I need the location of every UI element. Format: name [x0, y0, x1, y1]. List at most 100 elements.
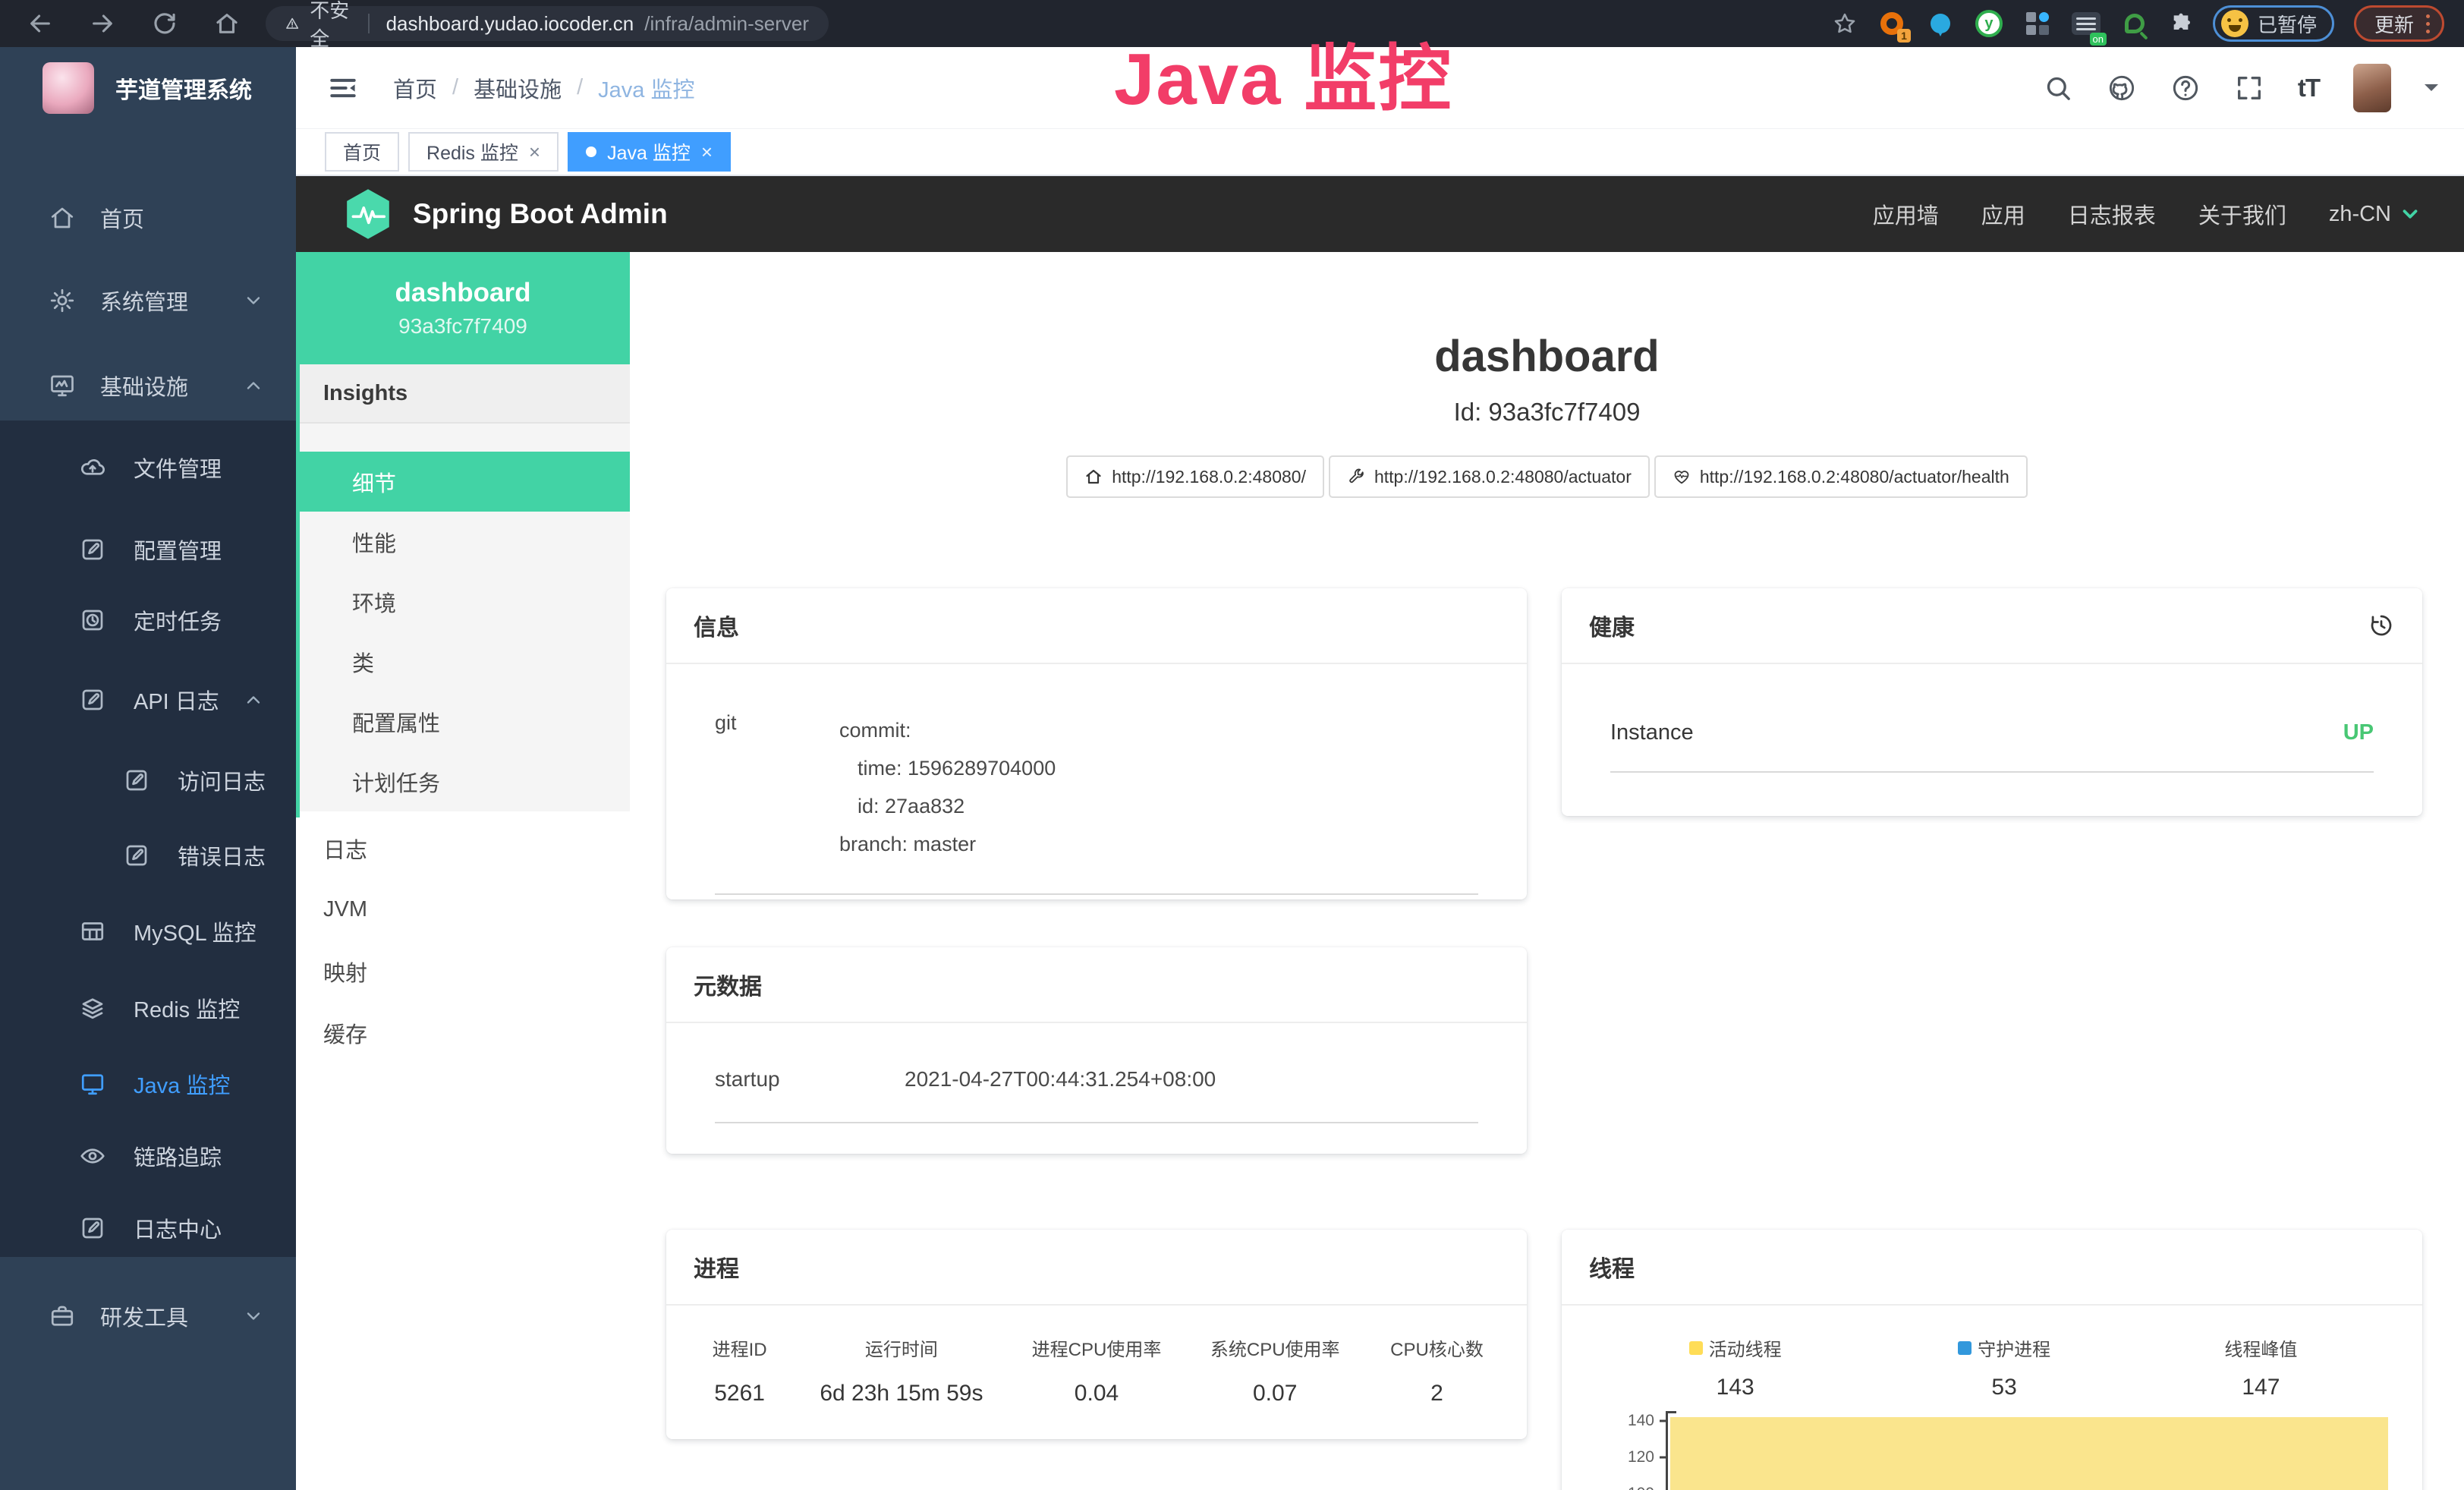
actuator-url-button[interactable]: http://192.168.0.2:48080/actuator: [1329, 455, 1650, 498]
log-edit-icon: [79, 686, 106, 713]
history-icon[interactable]: [2368, 612, 2395, 639]
sba-item-props[interactable]: 配置属性: [296, 691, 630, 751]
chevron-down-icon: [243, 290, 264, 311]
sba-nav-applications[interactable]: 应用: [1981, 198, 2025, 230]
sidebar-item-dev-tools[interactable]: 研发工具: [0, 1293, 296, 1340]
user-menu-caret-icon[interactable]: [2425, 84, 2438, 98]
font-size-icon[interactable]: tT: [2298, 74, 2320, 102]
user-avatar[interactable]: [2353, 64, 2391, 112]
sidebar-item-java[interactable]: Java 监控: [0, 1060, 296, 1107]
close-icon[interactable]: ×: [529, 140, 540, 164]
metadata-card: 元数据 startup 2021-04-27T00:44:31.254+08:0…: [666, 947, 1527, 1154]
sba-item-caches[interactable]: 缓存: [296, 1002, 630, 1063]
sidebar-item-log-center[interactable]: 日志中心: [0, 1205, 296, 1252]
sba-top-list: 日志 JVM 映射 缓存: [296, 811, 630, 1063]
extension-orange-icon[interactable]: 1: [1877, 9, 1906, 38]
sba-language-select[interactable]: zh-CN: [2329, 202, 2422, 227]
sba-item-classes[interactable]: 类: [296, 632, 630, 691]
search-icon[interactable]: [2043, 73, 2073, 103]
process-card-body: 进程ID 5261 运行时间 6d 23h 15m 59s 进程CPU使用率 0…: [666, 1306, 1527, 1407]
tab-java-monitor[interactable]: Java 监控 ×: [568, 132, 731, 172]
health-url-button[interactable]: http://192.168.0.2:48080/actuator/health: [1654, 455, 2028, 498]
sba-item-details[interactable]: 细节: [296, 452, 630, 512]
info-card-body: git commit: time: 1596289704000 id: 27aa…: [666, 664, 1527, 895]
bookmark-star-icon[interactable]: [1832, 11, 1858, 36]
profile-paused-button[interactable]: 已暂停: [2213, 5, 2334, 42]
sba-item-env[interactable]: 环境: [296, 572, 630, 632]
sidebar-item-config[interactable]: 配置管理: [0, 526, 296, 573]
sidebar-item-file[interactable]: 文件管理: [0, 444, 296, 491]
tab-home[interactable]: 首页: [325, 132, 399, 172]
sidebar-item-api-log[interactable]: API 日志: [0, 676, 296, 723]
live-threads-area: [1670, 1417, 2388, 1490]
sidebar-item-error-log[interactable]: 错误日志: [0, 832, 296, 879]
browser-update-button[interactable]: 更新: [2354, 5, 2444, 42]
breadcrumb-infra[interactable]: 基础设施: [474, 72, 562, 104]
extension-list-icon[interactable]: on: [2072, 9, 2101, 38]
extension-pin-icon[interactable]: [1926, 9, 1955, 38]
sba-item-jvm[interactable]: JVM: [296, 879, 630, 940]
instance-links: http://192.168.0.2:48080/ http://192.168…: [630, 455, 2464, 498]
sidebar-item-redis[interactable]: Redis 监控: [0, 984, 296, 1032]
back-icon[interactable]: [27, 11, 53, 36]
help-icon[interactable]: [2170, 73, 2201, 103]
breadcrumb-home[interactable]: 首页: [393, 72, 437, 104]
sba-item-metrics[interactable]: 性能: [296, 512, 630, 572]
status-badge: UP: [2343, 720, 2374, 745]
fullscreen-icon[interactable]: [2234, 73, 2264, 103]
home-icon: [1084, 468, 1103, 486]
health-instance-label: Instance: [1610, 720, 1694, 745]
sba-item-scheduled[interactable]: 计划任务: [296, 751, 630, 811]
forward-icon[interactable]: [90, 11, 115, 36]
sidebar-item-job[interactable]: 定时任务: [0, 597, 296, 644]
sidebar-item-infra[interactable]: 基础设施: [0, 362, 296, 409]
close-icon[interactable]: ×: [701, 140, 713, 164]
process-header-proc-cpu: 进程CPU使用率: [1005, 1334, 1188, 1361]
sba-brand[interactable]: Spring Boot Admin: [413, 198, 668, 230]
security-label[interactable]: 不安全: [310, 0, 351, 52]
github-icon[interactable]: [2107, 73, 2137, 103]
tab-redis-monitor[interactable]: Redis 监控 ×: [408, 132, 559, 172]
threads-card: 线程 活动线程 143 守护进程 53 线程峰值 147 140: [1562, 1230, 2422, 1490]
app-logo-row[interactable]: 芋道管理系统: [42, 62, 252, 114]
heartbeat-icon: [1673, 468, 1691, 486]
address-divider: [368, 14, 369, 33]
extensions-puzzle-icon[interactable]: [2169, 11, 2193, 36]
browser-menu-kebab-icon[interactable]: [2426, 14, 2430, 33]
extension-leaf-icon[interactable]: [2120, 9, 2149, 38]
address-bar[interactable]: 不安全 dashboard.yudao.iocoder.cn/infra/adm…: [266, 6, 829, 41]
reload-icon[interactable]: [152, 11, 178, 36]
sidebar-collapse-icon[interactable]: [326, 71, 360, 105]
breadcrumb: 首页 / 基础设施 / Java 监控: [393, 72, 694, 104]
sba-item-logfile[interactable]: 日志: [296, 817, 630, 879]
threads-chart: 140 120 100: [1666, 1411, 2388, 1490]
extension-green-icon[interactable]: y: [1975, 9, 2003, 38]
sba-app-name: dashboard: [395, 278, 531, 308]
sba-nav-about[interactable]: 关于我们: [2198, 198, 2286, 230]
service-url-button[interactable]: http://192.168.0.2:48080/: [1066, 455, 1324, 498]
url-host[interactable]: dashboard.yudao.iocoder.cn: [386, 12, 634, 36]
sba-logo-icon[interactable]: [343, 187, 393, 241]
url-path[interactable]: /infra/admin-server: [644, 12, 809, 36]
sidebar-item-access-log[interactable]: 访问日志: [0, 757, 296, 804]
sba-instance-header[interactable]: dashboard 93a3fc7f7409: [296, 252, 630, 364]
info-value: commit: time: 1596289704000 id: 27aa832 …: [839, 711, 1056, 863]
browser-nav: [0, 11, 240, 36]
chevron-up-icon: [243, 689, 264, 710]
home-icon[interactable]: [214, 11, 240, 36]
home-icon: [49, 204, 76, 232]
legend-peak-label: 线程峰值: [2224, 1334, 2297, 1361]
metadata-value: 2021-04-27T00:44:31.254+08:00: [905, 1067, 1216, 1092]
extension-grid-icon[interactable]: [2023, 9, 2052, 38]
metadata-card-body: startup 2021-04-27T00:44:31.254+08:00: [666, 1023, 1527, 1123]
clock-icon: [79, 606, 106, 634]
sba-nav-journal[interactable]: 日志报表: [2068, 198, 2156, 230]
process-header-uptime: 运行时间: [798, 1334, 1005, 1361]
sidebar-item-system[interactable]: 系统管理: [0, 277, 296, 324]
sba-item-mappings[interactable]: 映射: [296, 940, 630, 1002]
sidebar-item-home[interactable]: 首页: [0, 194, 296, 241]
sidebar-item-mysql[interactable]: MySQL 监控: [0, 908, 296, 955]
sba-nav-wall[interactable]: 应用墙: [1873, 198, 1939, 230]
cloud-upload-icon: [79, 454, 106, 481]
sidebar-item-trace[interactable]: 链路追踪: [0, 1132, 296, 1180]
